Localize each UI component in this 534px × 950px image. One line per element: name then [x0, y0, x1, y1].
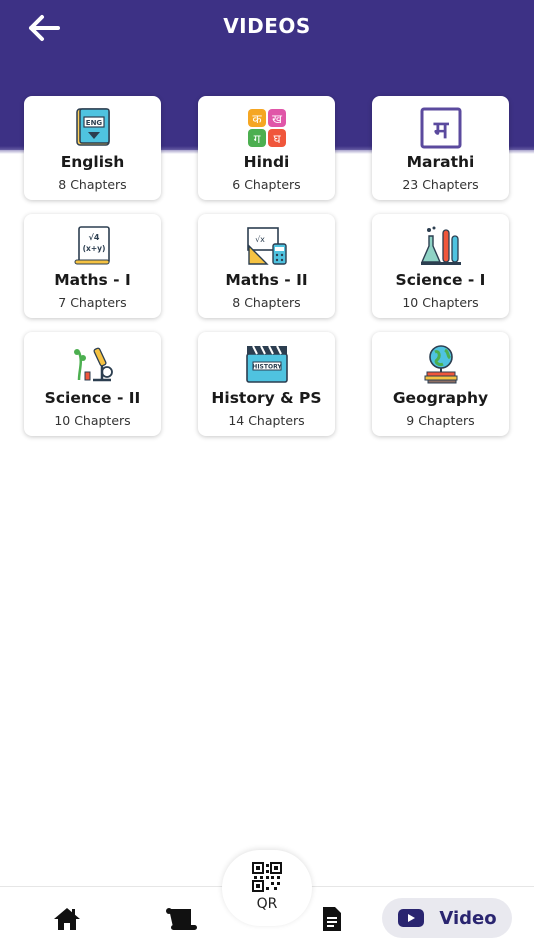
- svg-text:क: क: [252, 112, 262, 126]
- nav-video-button[interactable]: Video: [382, 898, 512, 938]
- subject-name: Science - II: [44, 389, 141, 407]
- english-book-icon: ENG: [75, 108, 110, 146]
- subject-card-english[interactable]: ENG English 8 Chapters: [24, 96, 161, 200]
- subject-grid: ENG English 8 Chapters क ख ग घ Hindi 6 C…: [24, 96, 510, 436]
- geometry-tools-icon: √x: [246, 227, 287, 265]
- subject-count: 7 Chapters: [58, 295, 127, 310]
- subject-count: 9 Chapters: [406, 413, 475, 428]
- subject-count: 23 Chapters: [402, 177, 479, 192]
- subject-name: English: [60, 153, 125, 171]
- scroll-icon: [166, 908, 197, 930]
- nav-scroll-button[interactable]: [158, 901, 204, 937]
- subject-name: Science - I: [395, 271, 486, 289]
- subject-count: 10 Chapters: [54, 413, 131, 428]
- qr-code-icon: [252, 862, 282, 892]
- history-clapboard-icon: HISTORY: [245, 345, 288, 383]
- globe-books-icon: [424, 345, 457, 384]
- subject-name: Hindi: [243, 153, 290, 171]
- nav-home-button[interactable]: [46, 901, 88, 937]
- subject-count: 14 Chapters: [228, 413, 305, 428]
- svg-text:ख: ख: [272, 112, 282, 126]
- document-icon: [323, 907, 341, 931]
- svg-text:√4: √4: [88, 233, 99, 242]
- microscope-plant-icon: [73, 347, 113, 382]
- subject-card-marathi[interactable]: म Marathi 23 Chapters: [372, 96, 509, 200]
- qr-label: QR: [256, 896, 278, 912]
- subject-count: 8 Chapters: [232, 295, 301, 310]
- subject-card-hindi[interactable]: क ख ग घ Hindi 6 Chapters: [198, 96, 335, 200]
- chemistry-flasks-icon: [420, 226, 461, 265]
- subject-name: Maths - I: [54, 271, 131, 289]
- subject-card-history-ps[interactable]: HISTORY History & PS 14 Chapters: [198, 332, 335, 436]
- svg-text:HISTORY: HISTORY: [252, 364, 282, 371]
- home-icon: [54, 908, 80, 930]
- svg-text:ग: ग: [253, 132, 260, 146]
- subject-card-science-2[interactable]: Science - II 10 Chapters: [24, 332, 161, 436]
- page-title: VIDEOS: [223, 14, 311, 38]
- subject-name: Maths - II: [225, 271, 308, 289]
- svg-text:म: म: [432, 116, 449, 144]
- subject-count: 6 Chapters: [232, 177, 301, 192]
- svg-text:(x+y): (x+y): [82, 244, 105, 253]
- svg-text:√x: √x: [255, 235, 265, 244]
- subject-count: 8 Chapters: [58, 177, 127, 192]
- svg-text:ENG: ENG: [85, 119, 102, 127]
- video-label: Video: [439, 907, 497, 929]
- subject-card-maths-1[interactable]: √4 (x+y) Maths - I 7 Chapters: [24, 214, 161, 318]
- qr-scan-button[interactable]: QR: [222, 850, 312, 926]
- subject-card-maths-2[interactable]: √x Maths - II 8 Chapters: [198, 214, 335, 318]
- video-play-icon: [398, 909, 425, 927]
- subject-name: History & PS: [211, 389, 322, 407]
- maths-formula-icon: √4 (x+y): [74, 226, 110, 265]
- subject-name: Geography: [392, 389, 489, 407]
- subject-name: Marathi: [406, 153, 475, 171]
- subject-count: 10 Chapters: [402, 295, 479, 310]
- nav-document-button[interactable]: [312, 901, 352, 937]
- marathi-letter-icon: म: [420, 107, 461, 149]
- hindi-letters-icon: क ख ग घ: [247, 109, 286, 147]
- subject-card-science-1[interactable]: Science - I 10 Chapters: [372, 214, 509, 318]
- svg-text:घ: घ: [273, 132, 281, 146]
- subject-card-geography[interactable]: Geography 9 Chapters: [372, 332, 509, 436]
